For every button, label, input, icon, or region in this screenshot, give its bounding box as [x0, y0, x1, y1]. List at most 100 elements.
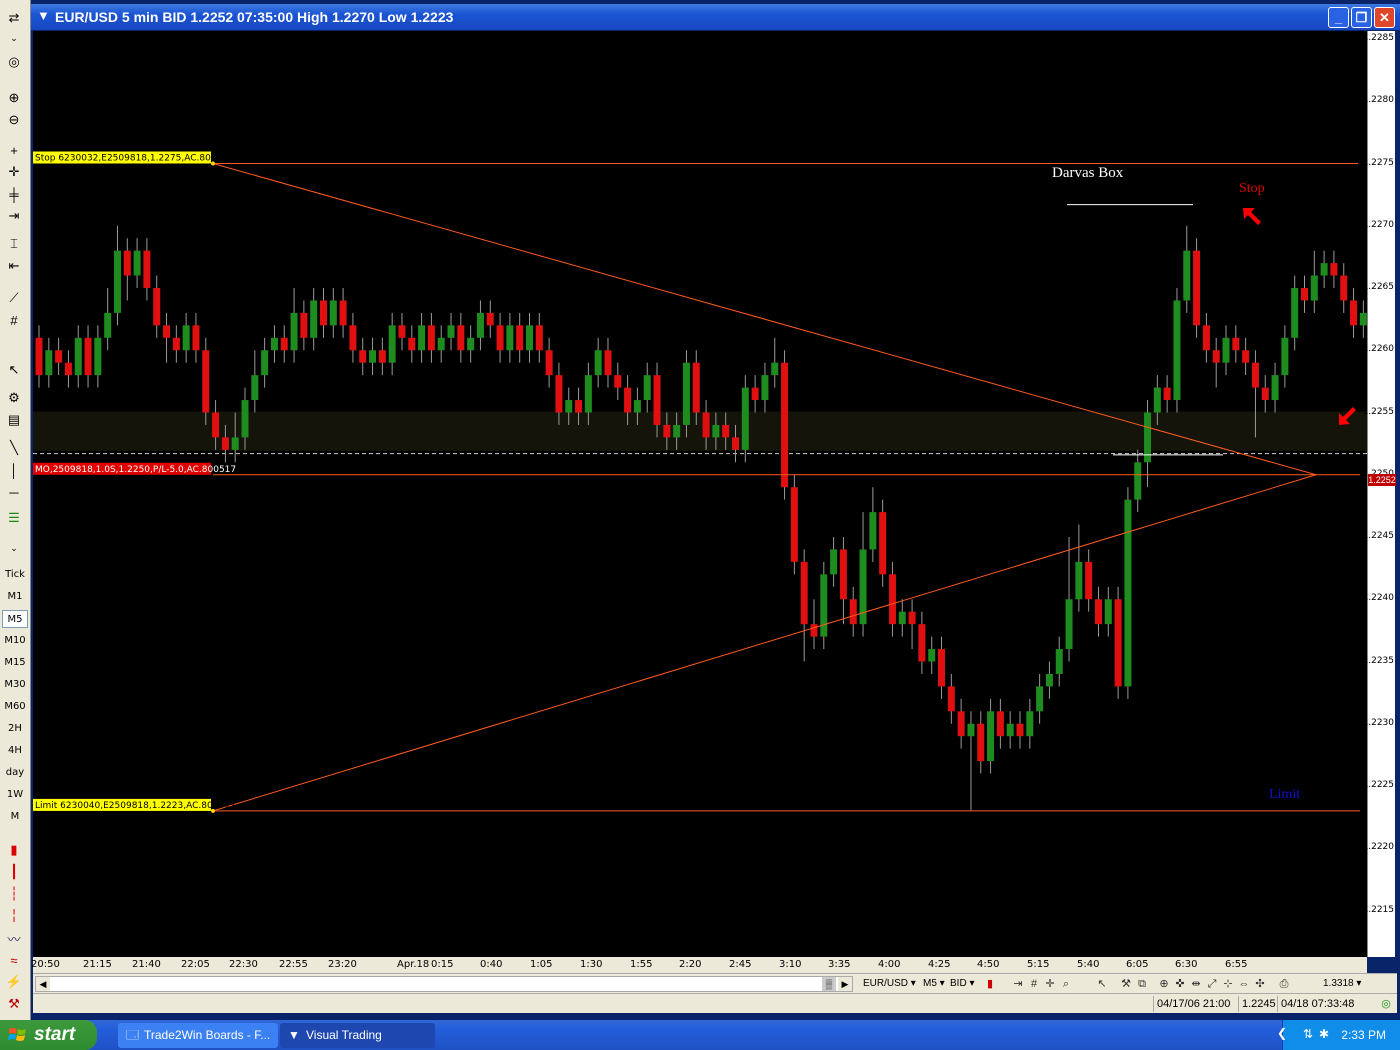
expand-icon[interactable]: ⇹	[1189, 976, 1203, 992]
layers-icon[interactable]: ⧉	[1135, 976, 1149, 992]
time-tick-label: 4:25	[928, 959, 951, 970]
candle-body	[104, 312, 112, 338]
vertical-line-icon[interactable]: │	[3, 460, 25, 480]
chart-properties-icon[interactable]: ▤	[3, 410, 25, 430]
stop-order-label[interactable]: Stop 6230032,E2509818,1.2275,AC.800517	[35, 154, 234, 164]
minimize-button[interactable]: _	[1328, 7, 1349, 28]
show-hidden-icons-icon[interactable]: ❮	[1277, 1026, 1287, 1040]
timeframe-2h[interactable]: 2H	[2, 720, 28, 738]
candle-body	[398, 325, 406, 338]
timeframe-m1[interactable]: M1	[2, 588, 28, 606]
ohlc-icon[interactable]: ┆	[3, 884, 25, 904]
status-range: 04/17/06 21:00	[1153, 996, 1230, 1012]
swap-icon[interactable]: ⇄	[3, 8, 25, 28]
channel-icon[interactable]: ☰	[3, 508, 25, 528]
align-icon[interactable]: ⇥	[1011, 976, 1025, 992]
left-toolbar: ⇄ ⌄ ◎ ⊕ ⊖ + ✛ ╪ ⇥ ⌶ ⇤ ⟋ # ↖ ⚙ ▤ ╲ │ ─ ☰ …	[0, 0, 31, 1020]
crosshair-icon[interactable]: ✛	[1043, 976, 1057, 992]
horizontal-scrollbar[interactable]: ◀ ▒ ▶	[35, 976, 853, 992]
candle-body	[712, 424, 720, 438]
chevron-down-icon[interactable]: ⌄	[3, 28, 25, 48]
candle-body	[790, 487, 798, 562]
line-tool-icon[interactable]: ╲	[3, 438, 25, 458]
crosshair-icon[interactable]: +	[3, 140, 25, 160]
candle-body	[270, 337, 278, 351]
symbol-select[interactable]: EUR/USD ▾	[863, 976, 916, 992]
horizontal-line-icon[interactable]: ─	[3, 482, 25, 502]
grid-icon[interactable]: #	[3, 310, 25, 330]
candle-body	[888, 574, 896, 625]
scroll-thumb[interactable]: ▒	[822, 977, 836, 991]
candle-body	[241, 400, 249, 438]
fit-icon[interactable]: ⤢	[1205, 976, 1219, 992]
line-chart-icon[interactable]: ╎	[3, 906, 25, 926]
chart-canvas[interactable]: Stop 6230032,E2509818,1.2275,AC.800517 MO…	[33, 31, 1400, 957]
settings-icon[interactable]: ⚙	[3, 388, 25, 408]
pointer-icon[interactable]: ↖	[3, 360, 25, 380]
oscillator-icon[interactable]: ≈	[3, 950, 25, 970]
taskbar-item-visual-trading[interactable]: ▼ Visual Trading	[280, 1023, 435, 1048]
indicator-icon[interactable]: 〰	[3, 928, 25, 948]
print-icon[interactable]: ⎙	[1277, 976, 1291, 992]
objects-icon[interactable]: ⚒	[3, 994, 25, 1014]
candle-body	[928, 649, 936, 662]
timeframe-m60[interactable]: M60	[2, 698, 28, 716]
windows-logo-icon	[8, 1028, 26, 1041]
timeframe-4h[interactable]: 4H	[2, 742, 28, 760]
scroll-right-button[interactable]: ▶	[838, 977, 852, 991]
chart-type-icon[interactable]: ▮	[983, 976, 997, 992]
candle-body	[1036, 686, 1044, 712]
trendline-icon[interactable]: ⟋	[3, 288, 25, 308]
hline-cross-icon[interactable]: ╪	[3, 184, 25, 204]
bar-chart-icon[interactable]: ┃	[3, 862, 25, 882]
grid-icon[interactable]: #	[1027, 976, 1041, 992]
timeframe-m15[interactable]: M15	[2, 654, 28, 672]
side-select[interactable]: BID ▾	[950, 976, 974, 992]
timeframe-m10[interactable]: M10	[2, 632, 28, 650]
close-button[interactable]: ✕	[1374, 7, 1395, 28]
candlestick-icon[interactable]: ▮	[3, 840, 25, 860]
network-icon[interactable]: ⇅	[1303, 1027, 1313, 1041]
volume-icon[interactable]: ✱	[1319, 1027, 1329, 1041]
restore-button[interactable]: ❐	[1351, 7, 1372, 28]
arrow-right-bar-icon[interactable]: ⇥	[3, 206, 25, 226]
limit-order-label[interactable]: Limit 6230040,E2509818,1.2223,AC.800517	[35, 801, 236, 811]
start-button[interactable]: start	[0, 1020, 97, 1050]
tab-icon[interactable]: ⇤	[3, 256, 25, 276]
timeframe-m5[interactable]: M5	[2, 610, 28, 628]
crosshair-alt-icon[interactable]: ✜	[1173, 976, 1187, 992]
center-icon[interactable]: ⊹	[1221, 976, 1235, 992]
timeframe-tick[interactable]: Tick	[2, 566, 28, 584]
candle-body	[938, 649, 946, 687]
timeframe-day[interactable]: day	[2, 764, 28, 782]
tools-icon[interactable]: ⚒	[1119, 976, 1133, 992]
search-icon[interactable]: ⌕	[1059, 976, 1073, 992]
chevron-down-icon[interactable]: ⌄	[3, 538, 25, 558]
candle-body	[1006, 723, 1014, 737]
market-order-label[interactable]: MO,2509818,1.0S,1.2250,P/L-5.0,AC.800517	[35, 465, 236, 475]
zoom-in-icon[interactable]: ⊕	[3, 88, 25, 108]
compress-icon[interactable]: ⇔	[1237, 976, 1251, 992]
timeframe-1w[interactable]: 1W	[2, 786, 28, 804]
time-tick-label: Apr.18	[397, 959, 430, 970]
period-select[interactable]: M5 ▾	[923, 976, 945, 992]
zoom-out-icon[interactable]: ⊖	[3, 110, 25, 130]
taskbar-item-trade2win[interactable]: 🗔 Trade2Win Boards - F...	[118, 1023, 278, 1048]
target-icon[interactable]: ◎	[3, 52, 25, 72]
scroll-left-button[interactable]: ◀	[36, 977, 50, 991]
price-axis[interactable]: 1.2285 1.2280 1.2275 1.2270 1.2265 1.2260 1.22…	[1363, 31, 1396, 957]
pointer-icon[interactable]: ↖	[1095, 976, 1109, 992]
price-chart[interactable]: Stop 6230032,E2509818,1.2275,AC.800517 MO…	[33, 31, 1400, 957]
vertical-bar-icon[interactable]: ⌶	[3, 234, 25, 254]
studies-icon[interactable]: ⚡	[3, 972, 25, 992]
timeframe-month[interactable]: M	[2, 808, 28, 826]
crosshair-red-icon[interactable]: ✛	[3, 162, 25, 182]
candle-body	[1173, 300, 1181, 401]
timeframe-m30[interactable]: M30	[2, 676, 28, 694]
window-titlebar[interactable]: ▼ EUR/USD 5 min BID 1.2252 07:35:00 High…	[31, 4, 1400, 30]
zoom-select[interactable]: 1.3318 ▾	[1323, 976, 1361, 992]
candle-body	[1300, 288, 1308, 301]
time-axis[interactable]: 20:50 21:15 21:40 22:05 22:30 22:55 23:20 Apr.1…	[31, 957, 1367, 973]
rotate-icon[interactable]: ✣	[1253, 976, 1267, 992]
zoom-in-icon[interactable]: ⊕	[1157, 976, 1171, 992]
